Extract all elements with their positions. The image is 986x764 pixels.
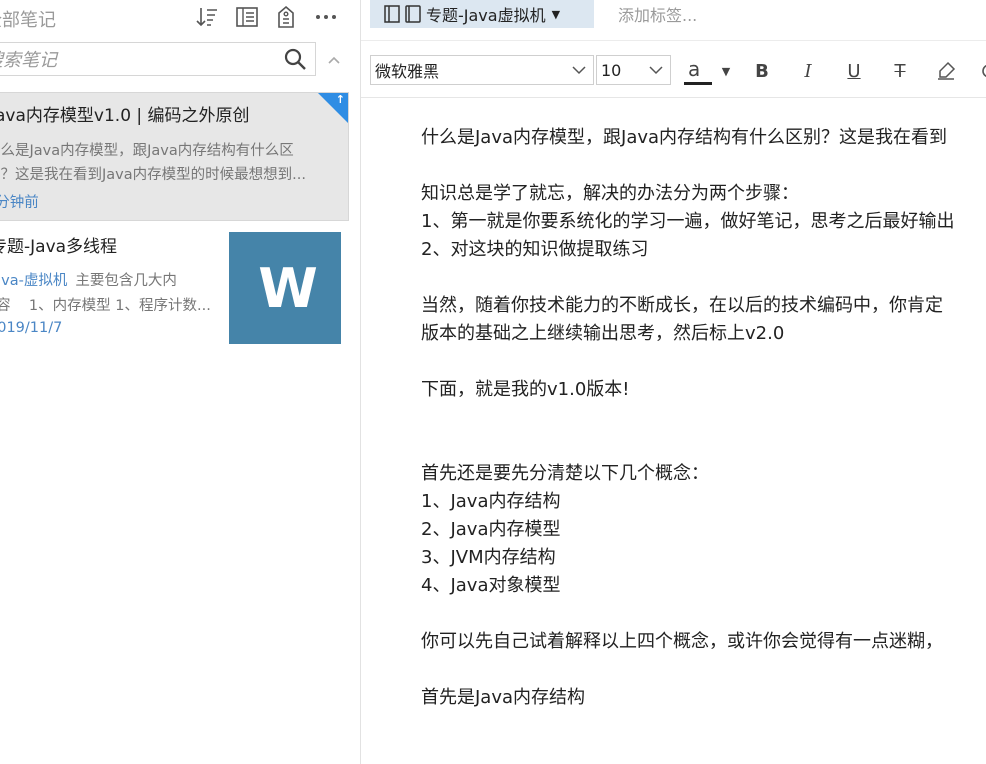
note-list-title: 全部笔记 [0,10,56,31]
text-color-dropdown[interactable]: ▼ [712,57,740,85]
search-icon [284,48,306,70]
italic-button[interactable]: I [794,57,822,85]
note-list-item[interactable]: Java内存模型v1.0 | 编码之外原创 什么是Java内存模型，跟Java内… [0,92,349,221]
body-line: 首先是Java内存结构 [421,687,586,708]
body-line: 1、Java内存结构 [421,491,561,512]
font-family-select[interactable]: 微软雅黑 [370,55,594,85]
font-size-value: 10 [601,60,622,80]
note-list-panel: 全部笔记 [0,0,360,764]
body-line: 2、对这块的知识做提取练习 [421,239,649,260]
body-line: 3、JVM内存结构 [421,547,556,568]
note-title: 专题-Java多线程 [0,237,118,257]
more-button[interactable] [313,4,339,30]
caret-down-icon: ▼ [721,64,731,78]
body-line: 首先还是要先分清楚以下几个概念： [421,463,709,484]
body-line: 1、第一就是你要系统化的学习一遍，做好笔记，思考之后最好输出 [421,211,955,232]
tag-filter-button[interactable] [273,4,299,30]
body-line [421,656,986,684]
body-line [421,152,986,180]
body-line [421,404,986,432]
list-view-icon [236,7,258,27]
font-size-select[interactable]: 10 [596,55,671,85]
body-line: 4、Java对象模型 [421,575,561,596]
body-line: 下面，就是我的v1.0版本! [421,379,630,400]
add-tag-input[interactable]: 添加标签... [618,2,697,26]
note-summary-line: 别？这是我在看到Java内存模型的时候最想想到... [0,167,306,183]
note-list-item[interactable]: 专题-Java多线程 Java-虚拟机主要包含几大内 容 1、内存模型 1、程序… [0,222,350,352]
note-summary-line: 什么是Java内存模型，跟Java内存结构有什么区 [0,143,294,159]
note-title: Java内存模型v1.0 | 编码之外原创 [0,106,250,126]
highlighter-icon [938,61,956,80]
text-color-swatch [684,82,712,85]
chevron-down-icon [572,66,586,75]
editor-header-divider [361,97,986,98]
notebook-icon [384,4,422,24]
body-line: 什么是Java内存模型，跟Java内存结构有什么区别？这是我在看到 [421,127,948,148]
body-line [421,600,986,628]
more-dots-icon [316,15,336,19]
notebook-name: 专题-Java虚拟机 [426,6,546,25]
notebook-selector[interactable]: 专题-Java虚拟机 ▼ [370,0,594,28]
search-button[interactable] [281,46,309,72]
pane-divider[interactable] [360,0,361,764]
note-time: 5分钟前 [0,195,39,211]
body-line: 知识总是学了就忘，解决的办法分为两个步骤： [421,183,799,204]
note-thumbnail: W [229,232,341,344]
search-box [0,42,316,77]
upload-arrow-icon: ↑ [335,93,345,106]
note-summary: 什么是Java内存模型，跟Java内存结构有什么区 别？这是我在看到Java内存… [0,139,326,187]
text-color-button[interactable]: a [684,57,712,85]
body-line: 2、Java内存模型 [421,519,561,540]
note-body[interactable]: 什么是Java内存模型，跟Java内存结构有什么区别？这是我在看到 知识总是学了… [421,124,986,712]
body-line: 版本的基础之上继续输出思考，然后标上v2.0 [421,323,785,344]
search-input[interactable] [0,43,271,77]
sort-button[interactable] [194,4,220,30]
chevron-down-icon [649,66,663,75]
sort-icon [196,8,217,27]
note-notebook: Java-虚拟机 [0,273,68,289]
bold-button[interactable]: B [748,57,776,85]
font-family-value: 微软雅黑 [375,62,440,81]
tag-icon [278,5,294,28]
view-mode-button[interactable] [234,4,260,30]
note-date: 2019/11/7 [0,320,63,336]
note-meta: Java-虚拟机主要包含几大内 [0,269,177,290]
collapse-search-button[interactable] [324,50,344,70]
word-doc-icon: W [258,256,318,320]
link-icon [982,64,986,78]
body-line: 你可以先自己试着解释以上四个概念，或许你会觉得有一点迷糊， [421,631,943,652]
strikethrough-button[interactable]: T [886,57,914,85]
more-format-button[interactable] [972,57,986,85]
highlight-button[interactable] [932,57,960,85]
caret-down-icon: ▼ [551,7,561,21]
note-summary-line: 主要包含几大内 [75,273,177,289]
note-summary-line: 容 1、内存模型 1、程序计数... [0,298,211,314]
underline-button[interactable]: U [840,57,868,85]
text-color-letter: a [688,57,701,81]
chevron-up-icon [328,56,340,64]
body-line [421,348,986,376]
body-line: 当然，随着你技术能力的不断成长，在以后的技术编码中，你肯定 [421,295,943,316]
body-line [421,264,986,292]
body-line [421,432,986,460]
toolbar-divider [361,40,986,41]
